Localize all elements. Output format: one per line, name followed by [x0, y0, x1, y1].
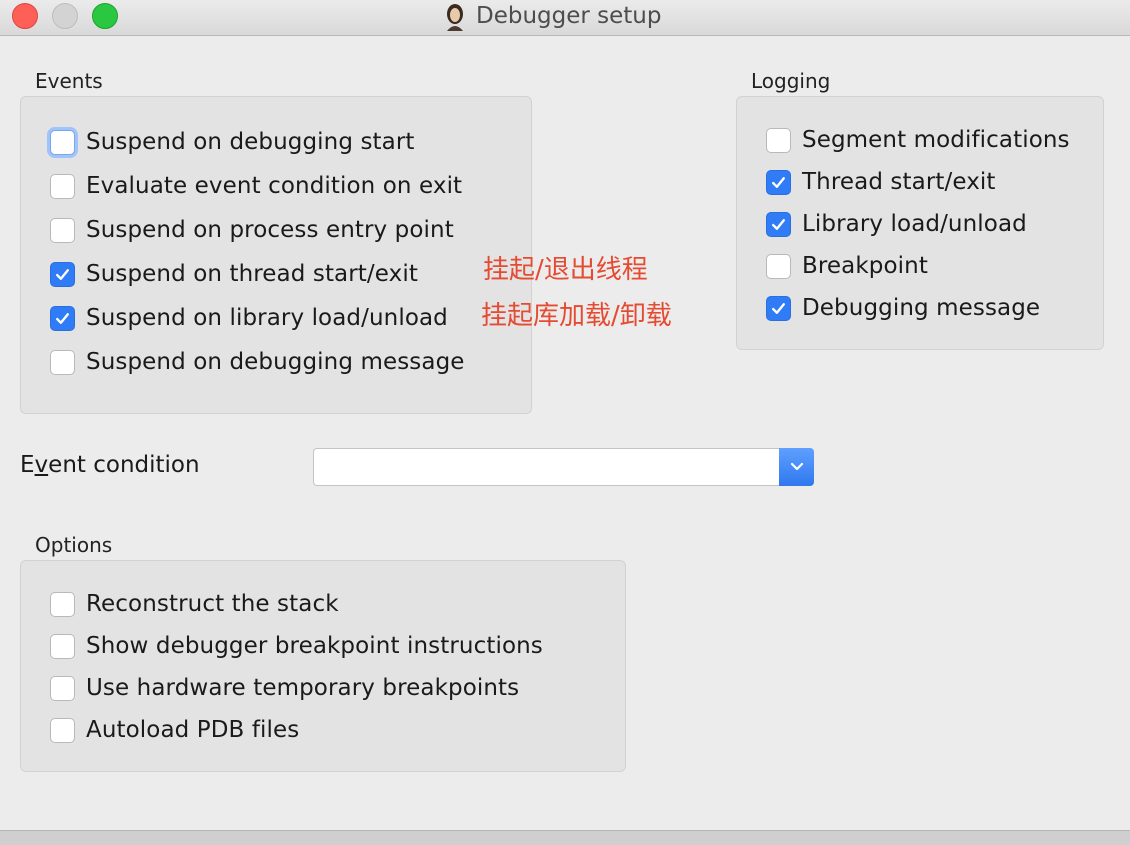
- event-condition-dropdown-button[interactable]: [779, 448, 814, 486]
- checkbox-label: Reconstruct the stack: [86, 591, 339, 617]
- checkbox-box[interactable]: [766, 253, 791, 279]
- window-title: Debugger setup: [476, 3, 662, 29]
- checkbox-box[interactable]: [50, 261, 75, 287]
- checkbox-label: Breakpoint: [802, 253, 928, 279]
- checkbox-label: Evaluate event condition on exit: [86, 173, 463, 199]
- checkbox-box[interactable]: [50, 173, 75, 199]
- close-window-button[interactable]: [12, 3, 38, 29]
- show-breakpoint-instructions-checkbox[interactable]: Show debugger breakpoint instructions: [50, 630, 543, 662]
- checkbox-box[interactable]: [766, 295, 791, 321]
- suspend-on-library-load-unload-checkbox[interactable]: Suspend on library load/unload: [50, 302, 448, 334]
- checkmark-icon: [772, 176, 785, 188]
- event-condition-label-start: E: [20, 452, 35, 478]
- event-condition-label-mnemonic: v: [34, 452, 49, 478]
- log-debugging-message-checkbox[interactable]: Debugging message: [766, 292, 1040, 324]
- dock-strip: [0, 830, 1130, 845]
- checkbox-box[interactable]: [766, 211, 791, 237]
- logging-group-label: Logging: [751, 69, 831, 93]
- checkbox-label: Library load/unload: [802, 211, 1027, 237]
- checkbox-label: Debugging message: [802, 295, 1041, 321]
- autoload-pdb-files-checkbox[interactable]: Autoload PDB files: [50, 714, 299, 746]
- reconstruct-stack-checkbox[interactable]: Reconstruct the stack: [50, 588, 339, 620]
- checkmark-icon: [772, 218, 785, 230]
- checkmark-icon: [56, 312, 69, 324]
- suspend-on-debugging-message-checkbox[interactable]: Suspend on debugging message: [50, 346, 465, 378]
- window-title-group: Debugger setup: [440, 0, 661, 32]
- suspend-on-thread-start-exit-checkbox[interactable]: Suspend on thread start/exit: [50, 258, 418, 290]
- checkbox-label: Suspend on debugging start: [86, 129, 415, 155]
- checkbox-box[interactable]: [50, 349, 75, 375]
- annotation-thread-start-exit: 挂起/退出线程: [483, 255, 648, 285]
- options-group-label: Options: [35, 533, 113, 557]
- checkbox-label: Segment modifications: [802, 127, 1070, 153]
- title-bar: Debugger setup: [0, 0, 1130, 36]
- checkbox-box[interactable]: [766, 169, 791, 195]
- minimize-window-button[interactable]: [52, 3, 78, 29]
- checkbox-box[interactable]: [50, 591, 75, 617]
- event-condition-label-rest: ent condition: [48, 452, 200, 478]
- checkbox-box[interactable]: [50, 305, 75, 331]
- log-library-load-unload-checkbox[interactable]: Library load/unload: [766, 208, 1027, 240]
- log-thread-start-exit-checkbox[interactable]: Thread start/exit: [766, 166, 996, 198]
- events-group-label: Events: [35, 69, 103, 93]
- checkmark-icon: [56, 268, 69, 280]
- checkbox-label: Suspend on debugging message: [86, 349, 465, 375]
- checkbox-box[interactable]: [50, 633, 75, 659]
- annotation-library-load-unload: 挂起库加载/卸载: [481, 301, 672, 331]
- checkbox-box[interactable]: [50, 129, 75, 155]
- log-segment-modifications-checkbox[interactable]: Segment modifications: [766, 124, 1070, 156]
- checkbox-label: Thread start/exit: [802, 169, 996, 195]
- checkbox-label: Use hardware temporary breakpoints: [86, 675, 520, 701]
- suspend-on-debugging-start-checkbox[interactable]: Suspend on debugging start: [50, 126, 415, 158]
- checkbox-label: Show debugger breakpoint instructions: [86, 633, 543, 659]
- log-breakpoint-checkbox[interactable]: Breakpoint: [766, 250, 928, 282]
- event-condition-label: Event condition: [20, 452, 200, 478]
- checkbox-label: Suspend on library load/unload: [86, 305, 448, 331]
- checkmark-icon: [772, 302, 785, 314]
- hardware-temporary-breakpoints-checkbox[interactable]: Use hardware temporary breakpoints: [50, 672, 519, 704]
- checkbox-label: Autoload PDB files: [86, 717, 300, 743]
- event-condition-combobox[interactable]: [313, 448, 814, 486]
- suspend-on-process-entry-point-checkbox[interactable]: Suspend on process entry point: [50, 214, 454, 246]
- checkbox-box[interactable]: [50, 717, 75, 743]
- checkbox-label: Suspend on process entry point: [86, 217, 454, 243]
- chevron-down-icon: [790, 462, 803, 471]
- app-portrait-icon: [440, 1, 470, 31]
- checkbox-box[interactable]: [50, 217, 75, 243]
- checkbox-box[interactable]: [766, 127, 791, 153]
- evaluate-event-condition-on-exit-checkbox[interactable]: Evaluate event condition on exit: [50, 170, 462, 202]
- checkbox-box[interactable]: [50, 675, 75, 701]
- checkbox-label: Suspend on thread start/exit: [86, 261, 418, 287]
- zoom-window-button[interactable]: [92, 3, 118, 29]
